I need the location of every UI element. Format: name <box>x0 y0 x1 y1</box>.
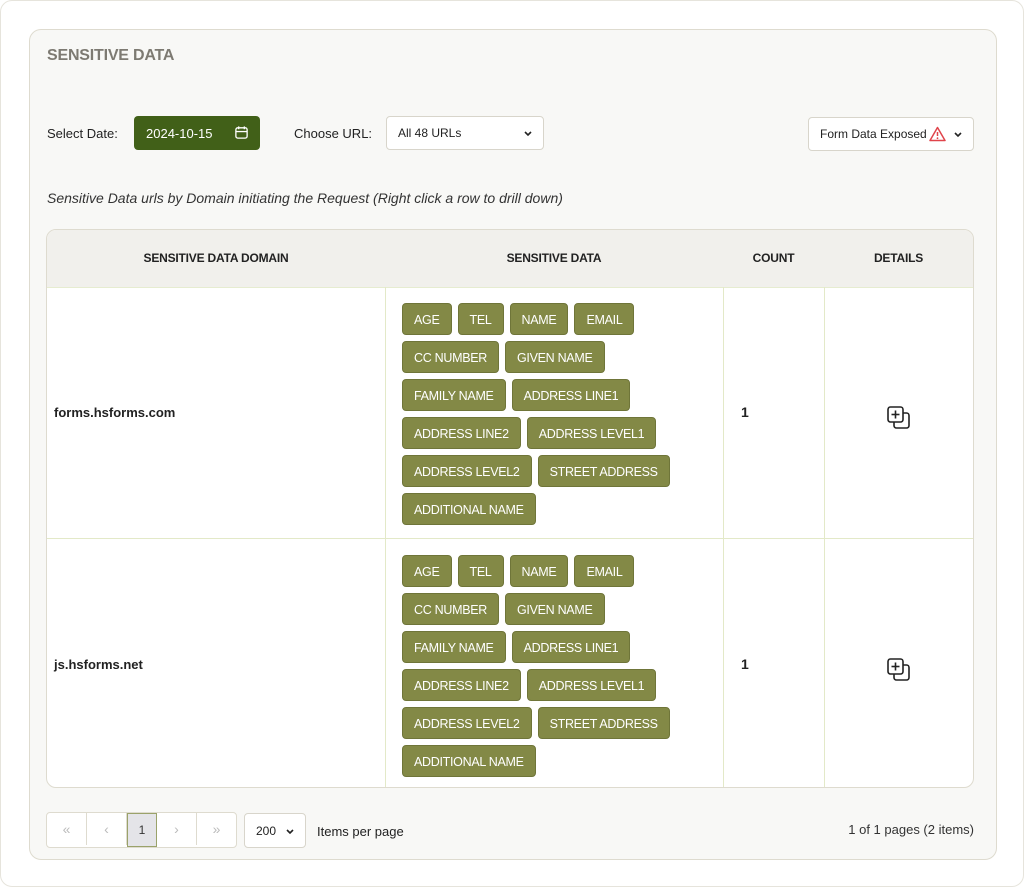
domain-cell: js.hsforms.net <box>54 656 143 672</box>
sensitive-data-tag[interactable]: CC NUMBER <box>402 593 499 625</box>
url-select-value: All 48 URLs <box>398 126 462 140</box>
sensitive-data-tag[interactable]: TEL <box>457 303 504 335</box>
next-page-button[interactable]: › <box>157 813 197 845</box>
exposure-select-value: Form Data Exposed <box>820 127 927 141</box>
first-page-button[interactable]: « <box>47 813 87 845</box>
sensitive-data-tag[interactable]: FAMILY NAME <box>402 631 506 663</box>
column-header-count[interactable]: COUNT <box>723 230 824 287</box>
chevron-down-icon <box>285 824 295 838</box>
chevron-down-icon <box>523 126 533 140</box>
chevron-down-icon <box>953 127 963 141</box>
previous-page-button[interactable]: ‹ <box>87 813 127 845</box>
sensitive-data-tag[interactable]: AGE <box>402 303 452 335</box>
table-row[interactable]: js.hsforms.net AGE TEL NAME EMAIL CC NUMBER GI… <box>47 538 973 787</box>
sensitive-data-tag[interactable]: ADDRESS LEVEL1 <box>526 417 657 449</box>
column-header-domain[interactable]: SENSITIVE DATA DOMAIN <box>47 230 385 287</box>
items-per-page-select[interactable]: 200 <box>244 813 306 848</box>
date-value: 2024-10-15 <box>146 125 213 141</box>
sensitive-data-tag[interactable]: ADDITIONAL NAME <box>402 493 536 525</box>
sensitive-data-tag[interactable]: ADDRESS LINE1 <box>511 379 631 411</box>
sensitive-data-tag[interactable]: GIVEN NAME <box>505 593 605 625</box>
table-description: Sensitive Data urls by Domain initiating… <box>47 190 563 206</box>
sensitive-data-tags: AGE TEL NAME EMAIL CC NUMBER GIVEN NAME FAMILY… <box>402 303 672 525</box>
sensitive-data-tag[interactable]: ADDRESS LINE1 <box>511 631 631 663</box>
sensitive-data-tag[interactable]: NAME <box>509 303 569 335</box>
sensitive-data-tag[interactable]: EMAIL <box>574 555 635 587</box>
domain-cell: forms.hsforms.com <box>54 404 176 420</box>
last-page-button[interactable]: » <box>197 813 236 845</box>
sensitive-data-tag[interactable]: STREET ADDRESS <box>537 707 670 739</box>
expand-details-icon[interactable] <box>885 404 913 437</box>
column-divider <box>723 287 724 787</box>
calendar-icon <box>234 125 249 143</box>
column-divider <box>385 287 386 787</box>
column-header-details[interactable]: DETAILS <box>824 230 973 287</box>
count-cell: 1 <box>741 656 749 672</box>
sensitive-data-tag[interactable]: CC NUMBER <box>402 341 499 373</box>
sensitive-data-tag[interactable]: AGE <box>402 555 452 587</box>
sensitive-data-card: SENSITIVE DATA Select Date: 2024-10-15 C… <box>29 29 997 860</box>
sensitive-data-tag[interactable]: ADDRESS LINE2 <box>402 669 521 701</box>
url-select[interactable]: All 48 URLs <box>386 116 544 150</box>
page-button-current[interactable]: 1 <box>127 813 157 847</box>
table-row[interactable]: forms.hsforms.com AGE TEL NAME EMAIL CC NUMBE… <box>47 287 973 537</box>
column-header-sensitive-data[interactable]: SENSITIVE DATA <box>385 230 723 287</box>
sensitive-data-tag[interactable]: GIVEN NAME <box>505 341 605 373</box>
sensitive-data-tags: AGE TEL NAME EMAIL CC NUMBER GIVEN NAME FAMILY… <box>402 555 672 777</box>
page-info: 1 of 1 pages (2 items) <box>848 822 974 837</box>
sensitive-data-tag[interactable]: ADDRESS LEVEL1 <box>526 669 657 701</box>
pagination: « ‹ 1 › » <box>46 812 237 848</box>
sensitive-data-table: SENSITIVE DATA DOMAIN SENSITIVE DATA COU… <box>46 229 974 788</box>
expand-details-icon[interactable] <box>885 656 913 689</box>
exposure-select[interactable]: Form Data Exposed <box>808 117 974 151</box>
warning-triangle-icon <box>929 126 946 145</box>
table-header: SENSITIVE DATA DOMAIN SENSITIVE DATA COU… <box>47 230 973 288</box>
sensitive-data-tag[interactable]: FAMILY NAME <box>402 379 506 411</box>
sensitive-data-tag[interactable]: ADDRESS LINE2 <box>402 417 521 449</box>
column-divider <box>824 287 825 787</box>
sensitive-data-tag[interactable]: NAME <box>509 555 569 587</box>
sensitive-data-tag[interactable]: STREET ADDRESS <box>537 455 670 487</box>
items-per-page-value: 200 <box>256 823 277 838</box>
page-frame: SENSITIVE DATA Select Date: 2024-10-15 C… <box>0 0 1024 887</box>
sensitive-data-tag[interactable]: ADDRESS LEVEL2 <box>402 455 532 487</box>
page-title: SENSITIVE DATA <box>47 47 175 64</box>
date-picker-button[interactable]: 2024-10-15 <box>134 116 260 150</box>
date-label: Select Date: <box>47 126 118 141</box>
url-label: Choose URL: <box>294 126 373 141</box>
sensitive-data-tag[interactable]: ADDITIONAL NAME <box>402 745 536 777</box>
sensitive-data-tag[interactable]: ADDRESS LEVEL2 <box>402 707 532 739</box>
sensitive-data-tag[interactable]: EMAIL <box>574 303 635 335</box>
items-per-page-label: Items per page <box>317 824 404 839</box>
count-cell: 1 <box>741 404 749 420</box>
sensitive-data-tag[interactable]: TEL <box>457 555 504 587</box>
